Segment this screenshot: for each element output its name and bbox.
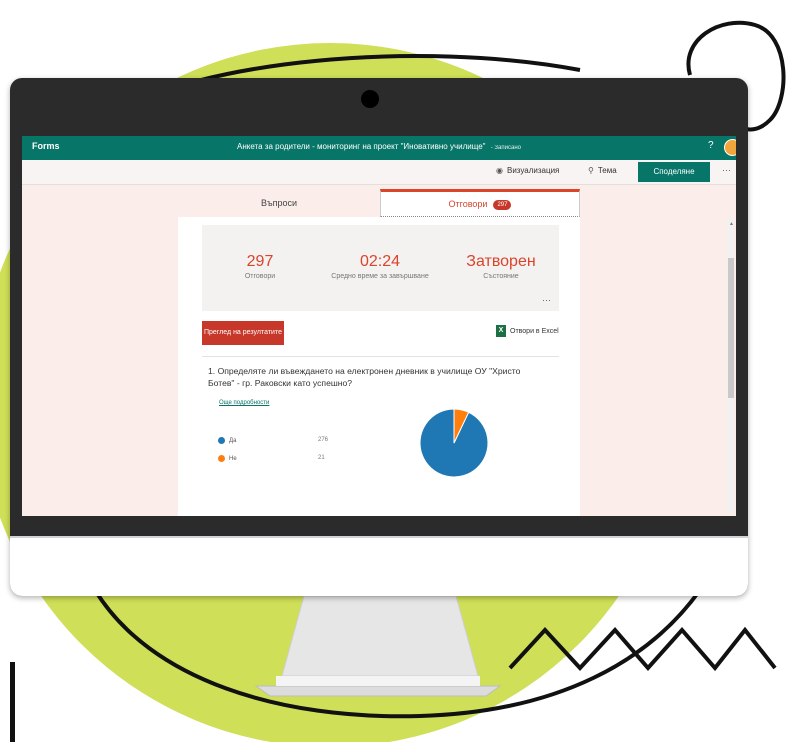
avatar[interactable] xyxy=(724,139,736,156)
stat-responses: 297 Отговори xyxy=(205,253,315,280)
form-title-text: Анкета за родители - мониторинг на проек… xyxy=(237,142,486,151)
tab-questions-label: Въпроси xyxy=(260,198,298,208)
pie-chart xyxy=(419,408,489,478)
stat-status-value: Затворен xyxy=(466,253,536,270)
stat-avg-time: 02:24 Средно време за завършване xyxy=(325,253,435,280)
question-text: 1. Определяте ли въвеждането на електрон… xyxy=(208,365,548,389)
open-excel-label: Отвори в Excel xyxy=(510,327,559,335)
stat-status-label: Състояние xyxy=(483,273,519,280)
more-details-link[interactable]: Още подробности xyxy=(219,400,269,406)
eye-icon: ◉ xyxy=(496,166,503,175)
excel-icon: X xyxy=(496,325,506,337)
legend-item-no: Не xyxy=(218,455,237,462)
responses-panel: 297 Отговори 02:24 Средно време за завър… xyxy=(178,217,580,516)
preview-label: Визуализация xyxy=(506,166,560,175)
stat-responses-label: Отговори xyxy=(244,273,276,280)
legend-dot-no xyxy=(218,455,225,462)
stat-avg-time-value: 02:24 xyxy=(359,253,401,270)
saved-status: - Записано xyxy=(490,145,521,151)
screen: Forms Анкета за родители - мониторинг на… xyxy=(22,136,736,516)
monitor: Forms Анкета за родители - мониторинг на… xyxy=(10,78,748,596)
stat-avg-time-label: Средно време за завършване xyxy=(331,273,429,280)
legend-label-yes: Да xyxy=(229,438,237,445)
tab-responses[interactable]: Отговори 297 xyxy=(380,189,580,217)
legend-label-no: Не xyxy=(229,456,237,463)
theme-button[interactable]: ⚲ Тема xyxy=(588,166,617,175)
legend-item-yes: Да xyxy=(218,437,236,444)
preview-button[interactable]: ◉ Визуализация xyxy=(496,166,559,175)
scrollbar-thumb[interactable] xyxy=(728,258,734,398)
more-options-icon[interactable]: ··· xyxy=(722,165,731,175)
stat-status: Затворен Състояние xyxy=(446,253,556,280)
camera-dot xyxy=(361,90,379,108)
form-title: Анкета за родители - мониторинг на проек… xyxy=(22,142,736,151)
toolbar: ◉ Визуализация ⚲ Тема Споделяне ··· xyxy=(22,160,736,185)
open-excel-link[interactable]: X Отвори в Excel xyxy=(496,325,559,337)
help-icon[interactable]: ? xyxy=(708,140,714,151)
divider xyxy=(202,356,559,357)
responses-count-badge: 297 xyxy=(493,199,512,210)
view-results-button[interactable]: Преглед на резултатите xyxy=(202,321,284,345)
theme-label: Тема xyxy=(597,166,617,175)
legend-count-no: 21 xyxy=(318,455,325,461)
question-title: Определяте ли въвеждането на електронен … xyxy=(208,366,521,388)
share-button[interactable]: Споделяне xyxy=(638,162,710,182)
palette-icon: ⚲ xyxy=(588,166,594,175)
legend-dot-yes xyxy=(218,437,225,444)
legend-count-yes: 276 xyxy=(318,437,329,443)
stat-responses-value: 297 xyxy=(246,253,274,270)
summary-stats: 297 Отговори 02:24 Средно време за завър… xyxy=(202,225,559,311)
question-number: 1. xyxy=(208,366,216,376)
tab-questions[interactable]: Въпроси xyxy=(178,189,380,217)
app-header: Forms Анкета за родители - мониторинг на… xyxy=(22,136,736,160)
stats-more-icon[interactable]: ··· xyxy=(542,295,551,305)
scroll-up-icon[interactable]: ▲ xyxy=(729,221,734,227)
tab-responses-label: Отговори xyxy=(448,199,488,209)
monitor-chin xyxy=(10,536,748,596)
